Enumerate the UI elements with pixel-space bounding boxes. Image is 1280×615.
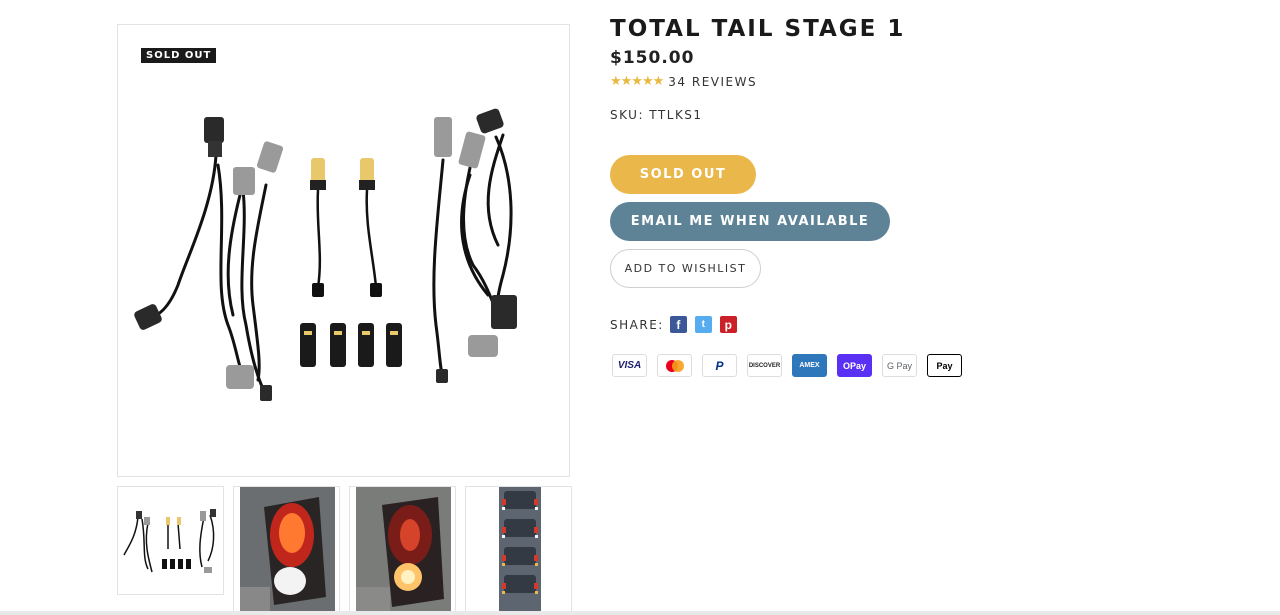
share-row: SHARE: f t p xyxy=(610,316,745,333)
add-to-wishlist-button[interactable]: ADD TO WISHLIST xyxy=(610,249,761,288)
twitter-icon[interactable]: t xyxy=(694,316,712,333)
reviews-count[interactable]: 34 REVIEWS xyxy=(668,75,757,89)
harness-kit-illustration xyxy=(134,108,517,401)
thumbnail-truck-rear-sequence[interactable] xyxy=(465,486,572,615)
thumbnail-strip xyxy=(117,486,577,615)
tail-light-red-image xyxy=(240,487,335,612)
connector-black xyxy=(204,117,224,143)
page-bottom-edge xyxy=(0,611,1280,615)
product-price: $150.00 xyxy=(610,48,695,68)
sold-out-badge: SOLD OUT xyxy=(141,48,217,63)
paypal-icon: P xyxy=(702,354,737,377)
mastercard-logo-icon xyxy=(665,359,684,372)
sold-out-button[interactable]: SOLD OUT xyxy=(610,155,756,194)
reviews-summary[interactable]: ★★★★★ 34 REVIEWS xyxy=(610,74,757,89)
email-when-available-button[interactable]: EMAIL ME WHEN AVAILABLE xyxy=(610,202,890,241)
thumbnail-tail-light-amber[interactable] xyxy=(349,486,456,615)
share-label: SHARE: xyxy=(610,317,664,332)
main-product-image[interactable]: SOLD OUT xyxy=(117,24,570,477)
mastercard-icon xyxy=(657,354,692,377)
product-sku: SKU: TTLKS1 xyxy=(610,108,703,122)
visa-icon: VISA xyxy=(612,354,647,377)
google-pay-icon: G Pay xyxy=(882,354,917,377)
product-title: TOTAL TAIL STAGE 1 xyxy=(610,16,906,42)
thumbnail-tail-light-red[interactable] xyxy=(233,486,340,615)
truck-rear-sequence-image xyxy=(499,487,541,612)
apple-pay-icon: Pay xyxy=(927,354,962,377)
thumbnail-kit-contents[interactable] xyxy=(117,486,224,595)
shop-pay-icon: OPay xyxy=(837,354,872,377)
star-rating-icon: ★★★★★ xyxy=(610,74,664,89)
amex-icon: AMEX xyxy=(792,354,827,377)
facebook-icon[interactable]: f xyxy=(669,316,687,333)
thumbnail-kit-image xyxy=(123,509,216,573)
discover-icon: DISCOVER xyxy=(747,354,782,377)
tail-light-amber-image xyxy=(356,487,451,612)
payment-methods: VISA P DISCOVER AMEX OPay G Pay Pay xyxy=(612,354,972,377)
pinterest-icon[interactable]: p xyxy=(719,316,737,333)
